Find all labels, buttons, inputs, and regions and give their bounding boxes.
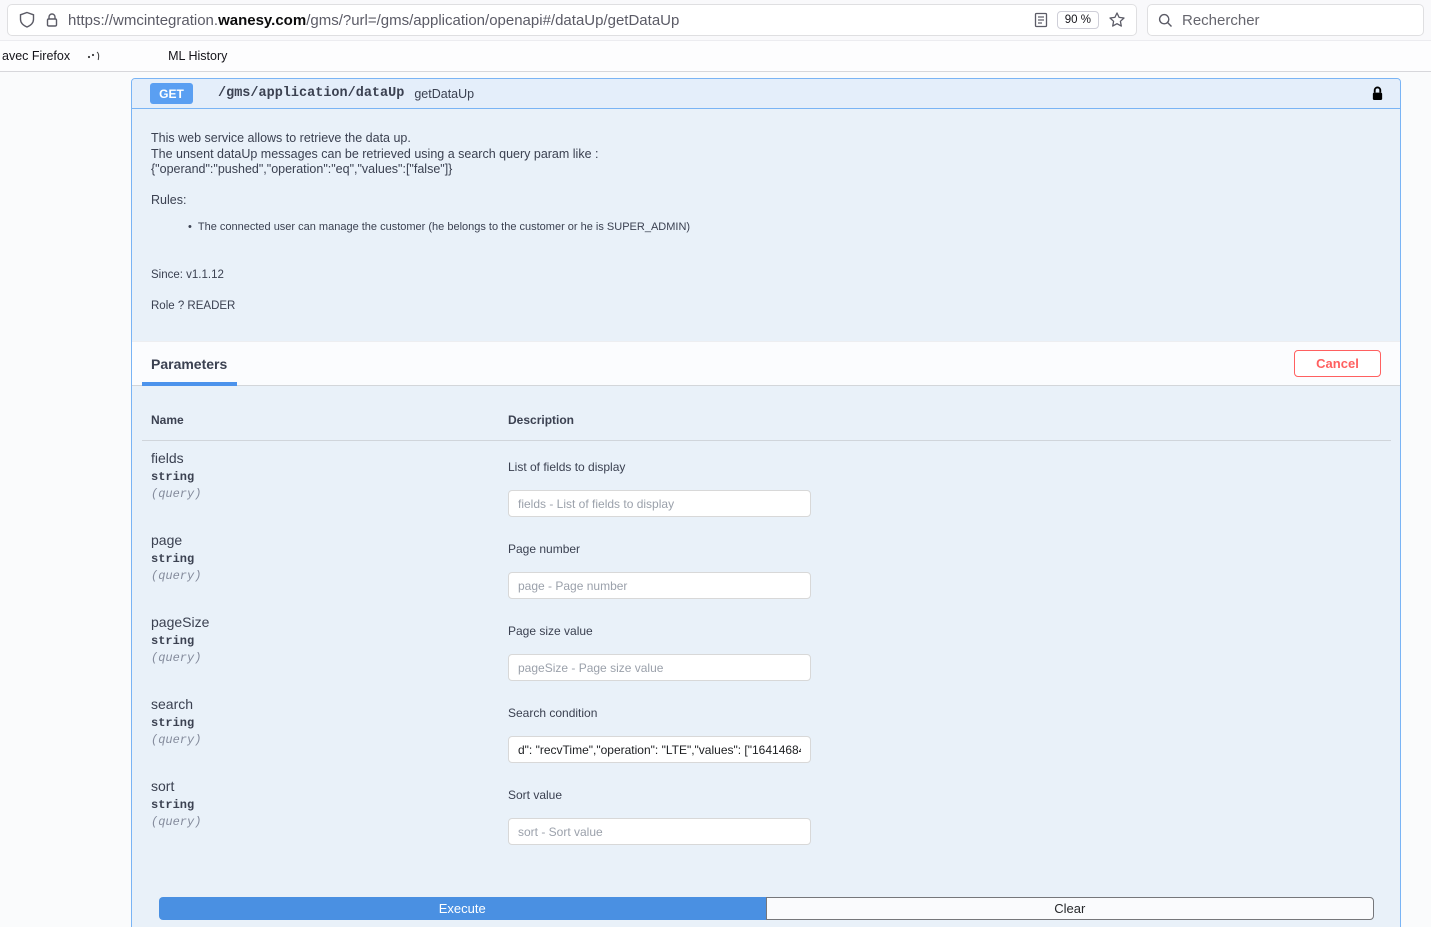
param-row-sort: sort string (query) Sort value <box>142 769 1391 851</box>
parameters-table: Name Description fields string (query) L… <box>142 413 1391 851</box>
param-name: sort <box>151 778 175 794</box>
url-prefix: https://wmcintegration. <box>68 11 219 29</box>
bookmark-item-ml-history[interactable]: ML History <box>168 49 227 63</box>
param-type: string <box>151 470 195 484</box>
param-description-label: Sort value <box>508 788 563 802</box>
param-row-fields: fields string (query) List of fields to … <box>142 441 1391 523</box>
param-description-label: Page number <box>508 542 581 556</box>
endpoint-description: This web service allows to retrieve the … <box>132 109 1400 314</box>
rules-list: The connected user can manage the custom… <box>151 221 1380 234</box>
since-label: Since: v1.1.12 <box>151 269 224 281</box>
parameters-title: Parameters <box>151 355 228 372</box>
param-type: string <box>151 634 195 648</box>
search-icon <box>1158 13 1173 28</box>
clear-button[interactable]: Clear <box>765 897 1374 920</box>
param-type: string <box>151 798 195 812</box>
param-location: (query) <box>151 733 202 747</box>
param-location: (query) <box>151 487 202 501</box>
param-location: (query) <box>151 651 202 665</box>
param-name: search <box>151 696 194 712</box>
param-description-label: List of fields to display <box>508 460 626 474</box>
search-placeholder: Rechercher <box>1182 11 1260 29</box>
description-line: {"operand":"pushed","operation":"eq","va… <box>151 162 453 176</box>
bookmark-item-firefox[interactable]: avec Firefox <box>2 49 70 63</box>
active-tab-underline <box>142 382 237 386</box>
pagesize-input[interactable] <box>508 654 811 681</box>
url-text[interactable]: https://wmcintegration.wanesy.com/gms/?u… <box>68 12 679 29</box>
url-bar[interactable]: https://wmcintegration.wanesy.com/gms/?u… <box>8 5 1136 35</box>
browser-toolbar: https://wmcintegration.wanesy.com/gms/?u… <box>0 0 1431 41</box>
role-label: Role ? READER <box>151 299 236 312</box>
column-header-name: Name <box>151 413 184 427</box>
execute-button[interactable]: Execute <box>159 897 766 920</box>
bookmarks-bar: avec Firefox ML History <box>0 41 1431 72</box>
search-bar[interactable]: Rechercher <box>1148 5 1423 35</box>
param-type: string <box>151 552 195 566</box>
auth-lock-icon[interactable] <box>1371 85 1384 102</box>
reader-mode-icon[interactable] <box>1034 12 1048 28</box>
rule-item: The connected user can manage the custom… <box>188 221 1380 234</box>
sort-input[interactable] <box>508 818 811 845</box>
param-name: page <box>151 532 183 548</box>
url-path: /gms/?url=/gms/application/openapi#/data… <box>306 11 680 29</box>
table-header-row: Name Description <box>142 413 1391 441</box>
zoom-level-indicator[interactable]: 90 % <box>1056 11 1099 29</box>
tracking-shield-icon[interactable] <box>18 11 36 29</box>
url-domain: wanesy.com <box>218 11 307 29</box>
param-location: (query) <box>151 815 202 829</box>
param-row-page: page string (query) Page number <box>142 523 1391 605</box>
fields-input[interactable] <box>508 490 811 517</box>
bookmark-favicon-icon[interactable] <box>86 49 102 63</box>
param-name: pageSize <box>151 614 210 630</box>
operation-id: getDataUp <box>414 86 475 101</box>
connection-lock-icon[interactable] <box>45 12 59 28</box>
param-location: (query) <box>151 569 202 583</box>
cancel-button[interactable]: Cancel <box>1294 350 1381 377</box>
param-row-pagesize: pageSize string (query) Page size value <box>142 605 1391 687</box>
parameters-header: Parameters Cancel <box>132 341 1400 386</box>
endpoint-path: /gms/application/dataUp <box>218 86 405 101</box>
description-line: This web service allows to retrieve the … <box>151 131 411 145</box>
http-method-badge: GET <box>150 83 193 104</box>
param-description-label: Search condition <box>508 706 598 720</box>
param-row-search: search string (query) Search condition <box>142 687 1391 769</box>
search-input[interactable] <box>508 736 811 763</box>
description-line: The unsent dataUp messages can be retrie… <box>151 146 599 161</box>
param-type: string <box>151 716 195 730</box>
column-header-description: Description <box>508 413 575 427</box>
page-background: GET /gms/application/dataUp getDataUp Th… <box>0 72 1431 927</box>
rules-label: Rules: <box>151 192 187 207</box>
page-input[interactable] <box>508 572 811 599</box>
param-name: fields <box>151 450 184 466</box>
param-description-label: Page size value <box>508 624 593 638</box>
operation-block: GET /gms/application/dataUp getDataUp Th… <box>131 78 1401 927</box>
bookmark-star-icon[interactable] <box>1108 11 1126 29</box>
execute-button-group: Execute Clear <box>159 897 1374 920</box>
operation-summary[interactable]: GET /gms/application/dataUp getDataUp <box>132 79 1400 109</box>
